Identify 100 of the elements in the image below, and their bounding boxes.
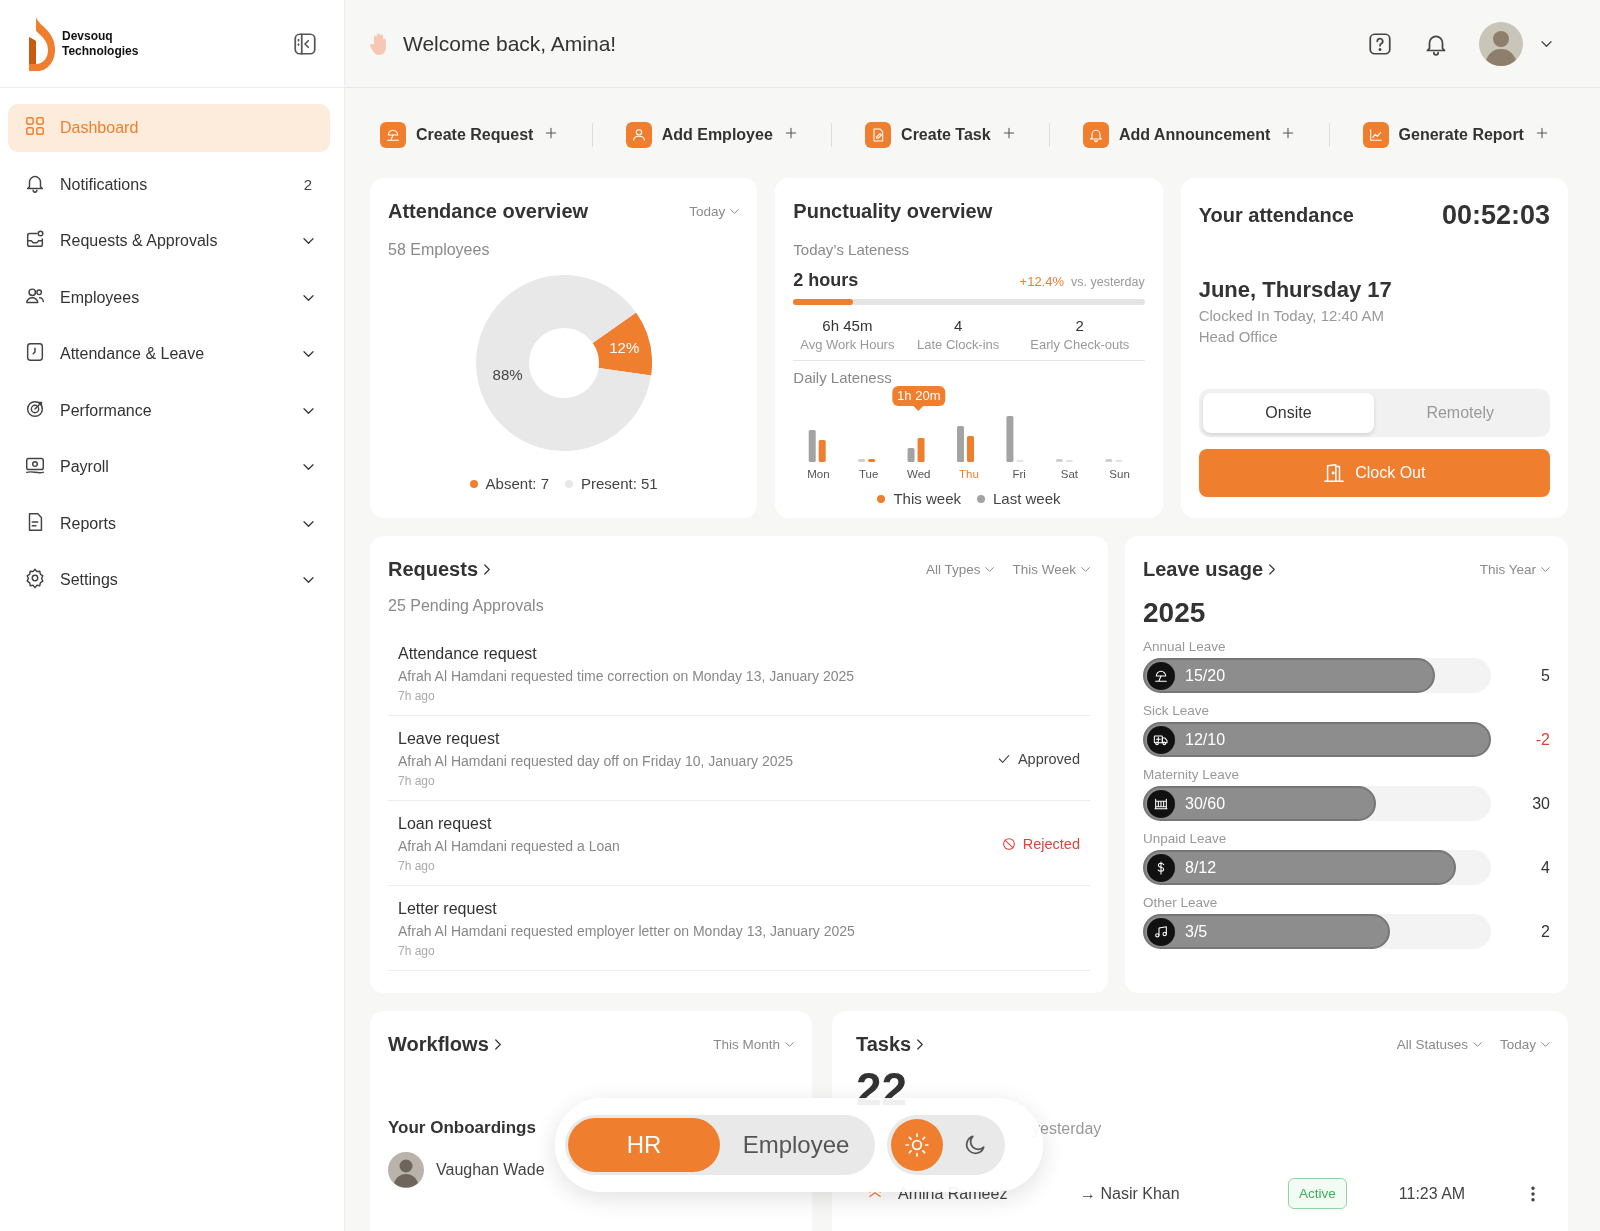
chevron-down-icon	[303, 520, 314, 527]
section-label: Daily Lateness	[793, 369, 893, 386]
chevron-right-icon[interactable]	[1269, 564, 1276, 575]
filter-dropdown[interactable]: Today	[1499, 1035, 1550, 1054]
filter-dropdown[interactable]: Today	[689, 202, 740, 221]
settings-icon	[24, 567, 46, 589]
request-description: Afrah Al Hamdani requested a Loan	[398, 838, 620, 854]
nav-item[interactable]: Employees	[8, 273, 330, 322]
remaining-days: -2	[1535, 730, 1550, 749]
help-icon[interactable]	[1367, 30, 1393, 57]
request-title: Leave request	[398, 730, 501, 748]
chevron-right-icon[interactable]	[917, 1039, 924, 1050]
timer: 00:52:03	[1441, 200, 1550, 231]
filter-dropdown[interactable]: All Statuses	[1396, 1035, 1482, 1054]
location-label: Head Office	[1198, 328, 1279, 345]
day-label: Sat	[1059, 468, 1079, 480]
filter-dropdown[interactable]: All Types	[925, 560, 995, 579]
nav-item[interactable]: Requests & Approvals	[8, 217, 330, 265]
usage-label: 30/60	[1185, 794, 1226, 813]
status-badge: Active	[1288, 1178, 1347, 1209]
day-label: Wed	[906, 468, 932, 480]
quick-action-button[interactable]: Create Task	[865, 118, 1017, 152]
quick-action-button[interactable]: Add Announcement	[1082, 118, 1297, 152]
filter-dropdown[interactable]: This Week	[1012, 560, 1090, 579]
bar	[1006, 416, 1014, 462]
chevron-down-icon	[985, 567, 995, 572]
bar	[1056, 459, 1064, 462]
request-time: 7h ago	[398, 859, 436, 873]
card-title: Workflows	[388, 1033, 489, 1056]
person-icon	[625, 122, 652, 148]
umbrella-icon	[380, 122, 406, 148]
assigned-to: → Nasir Khan	[1080, 1184, 1181, 1203]
filter-dropdown[interactable]: This Year	[1479, 560, 1550, 579]
request-title: Attendance request	[398, 645, 538, 663]
chevron-down-icon	[303, 464, 314, 470]
chevron-down-icon	[303, 238, 314, 244]
leave-type: Other Leave	[1143, 895, 1219, 910]
nav-item[interactable]: Reports	[8, 499, 330, 548]
day-label: Tue	[857, 468, 880, 480]
bar	[858, 459, 866, 462]
chevron-down-icon[interactable]	[1541, 40, 1552, 47]
bar	[907, 448, 915, 462]
remaining-days: 2	[1541, 922, 1550, 941]
person-name: Vaughan Wade	[436, 1161, 545, 1179]
legend-label: Absent: 7	[485, 475, 549, 492]
avatar[interactable]	[1479, 21, 1523, 66]
brand-name: Devsouq Technologies	[62, 28, 140, 59]
nav-item[interactable]: Settings	[8, 556, 330, 604]
chevron-right-icon[interactable]	[484, 564, 491, 575]
stat-label: Early Check-outs	[1029, 337, 1131, 352]
filter-dropdown[interactable]: This Month	[713, 1035, 794, 1054]
quick-action-button[interactable]: Generate Report	[1362, 118, 1550, 152]
nav-item[interactable]: Payroll	[8, 443, 330, 491]
request-time: 7h ago	[398, 774, 436, 788]
comparison-note: yesterday	[1032, 1120, 1103, 1138]
date-heading: June, Thursday 17	[1198, 277, 1393, 303]
chevron-down-icon	[1081, 567, 1090, 572]
pointer-icon	[913, 406, 924, 411]
day-label: Thu	[958, 468, 980, 480]
tooltip: 1h 20m	[892, 386, 946, 411]
chart-icon	[1362, 122, 1389, 148]
welcome-message: Welcome back, Amina!	[403, 31, 617, 56]
legend-label: Last week	[993, 490, 1061, 507]
request-time: 7h ago	[398, 944, 436, 958]
bar	[917, 438, 925, 462]
stat-label: Avg Work Hours	[799, 337, 896, 352]
chevron-down-icon	[303, 577, 314, 583]
pending-count: 25 Pending Approvals	[388, 597, 545, 615]
day-label: Sun	[1108, 468, 1131, 480]
legend-label: Present: 51	[581, 475, 658, 492]
bell-icon	[1082, 122, 1109, 148]
avatar	[388, 1152, 424, 1188]
notification-count: 2	[303, 176, 313, 193]
bar	[957, 426, 965, 462]
sidebar-toggle-icon[interactable]	[292, 30, 318, 57]
card-title: Your attendance	[1198, 204, 1354, 227]
chevron-down-icon	[303, 351, 314, 357]
nav-item[interactable]: Performance	[8, 386, 330, 435]
leave-type: Unpaid Leave	[1143, 831, 1228, 846]
door-icon	[1323, 462, 1346, 484]
block-icon	[1000, 836, 1017, 852]
card-title: Requests	[388, 558, 479, 581]
stat-value: 2	[1074, 317, 1085, 334]
chevron-right-icon[interactable]	[494, 1039, 501, 1050]
quick-action-button[interactable]: Create Request	[380, 118, 560, 152]
sun-icon[interactable]	[891, 1119, 943, 1171]
nav-item[interactable]: Attendance & Leave	[8, 330, 330, 378]
task-count: 22	[856, 1064, 909, 1114]
chevron-down-icon	[730, 209, 740, 214]
tray-icon	[24, 228, 46, 250]
slice-label: 88%	[492, 366, 523, 384]
bar	[809, 430, 817, 462]
quick-action-button[interactable]: Add Employee	[625, 118, 799, 152]
segment-option[interactable]: Onsite	[1202, 393, 1375, 433]
chevron-down-icon	[1541, 1042, 1550, 1047]
legend-label: This week	[893, 490, 961, 507]
stat-value: 6h 45m	[821, 317, 874, 334]
nav-item[interactable]: Notifications 2	[8, 160, 330, 209]
card-title: Punctuality overview	[793, 200, 993, 223]
role-option[interactable]: Employee	[720, 1118, 872, 1172]
